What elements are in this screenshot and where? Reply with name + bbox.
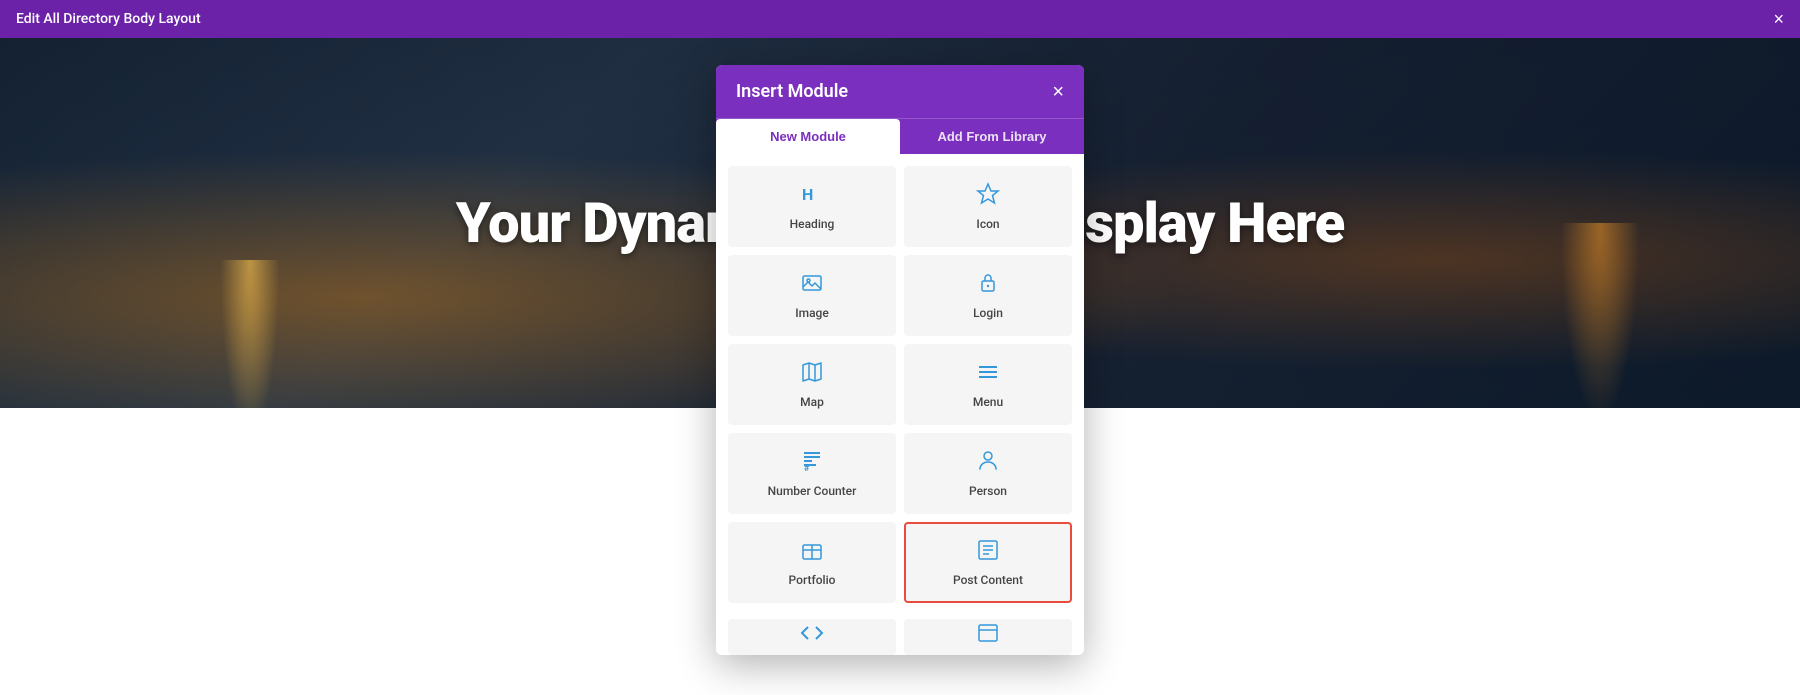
icon-icon — [976, 182, 1000, 211]
module-item-portfolio[interactable]: Portfolio — [728, 522, 896, 603]
module-item-person[interactable]: Person — [904, 433, 1072, 514]
module-item-heading[interactable]: H Heading — [728, 166, 896, 247]
map-icon — [800, 360, 824, 389]
portfolio-icon — [800, 538, 824, 567]
module-item-map[interactable]: Map — [728, 344, 896, 425]
modal-tabs: New Module Add From Library — [716, 118, 1084, 154]
module-item-sidebar-widget[interactable] — [904, 619, 1072, 655]
top-bar: Edit All Directory Body Layout × — [0, 0, 1800, 38]
module-item-login[interactable]: Login — [904, 255, 1072, 336]
image-icon — [800, 271, 824, 300]
modal-close-button[interactable]: × — [1052, 82, 1064, 102]
top-bar-close-button[interactable]: × — [1773, 10, 1784, 28]
number-counter-icon: # — [800, 449, 824, 478]
module-label-number-counter: Number Counter — [768, 484, 857, 498]
module-grid-partial — [716, 615, 1084, 655]
module-label-heading: Heading — [790, 217, 835, 231]
menu-icon — [976, 360, 1000, 389]
code-icon — [800, 621, 824, 648]
top-bar-title: Edit All Directory Body Layout — [16, 11, 201, 27]
module-item-menu[interactable]: Menu — [904, 344, 1072, 425]
module-label-login: Login — [973, 306, 1003, 320]
login-icon — [976, 271, 1000, 300]
module-label-post-content: Post Content — [953, 573, 1023, 587]
svg-text:#: # — [804, 464, 810, 473]
module-grid: H Heading Icon — [716, 154, 1084, 615]
module-item-post-content[interactable]: Post Content — [904, 522, 1072, 603]
module-label-icon: Icon — [976, 217, 999, 231]
svg-text:H: H — [802, 185, 813, 204]
post-content-icon — [976, 538, 1000, 567]
module-label-image: Image — [795, 306, 829, 320]
tab-new-module[interactable]: New Module — [716, 119, 900, 154]
tab-add-from-library[interactable]: Add From Library — [900, 119, 1084, 154]
heading-icon: H — [800, 182, 824, 211]
module-item-code[interactable] — [728, 619, 896, 655]
module-label-menu: Menu — [973, 395, 1003, 409]
person-icon — [976, 449, 1000, 478]
module-item-number-counter[interactable]: # Number Counter — [728, 433, 896, 514]
module-label-portfolio: Portfolio — [789, 573, 836, 587]
sidebar-widget-icon — [976, 621, 1000, 648]
module-label-map: Map — [800, 395, 824, 409]
module-item-image[interactable]: Image — [728, 255, 896, 336]
module-item-icon[interactable]: Icon — [904, 166, 1072, 247]
modal-header: Insert Module × — [716, 65, 1084, 118]
modal-title: Insert Module — [736, 81, 848, 102]
insert-module-modal: Insert Module × New Module Add From Libr… — [716, 65, 1084, 655]
module-label-person: Person — [969, 484, 1007, 498]
